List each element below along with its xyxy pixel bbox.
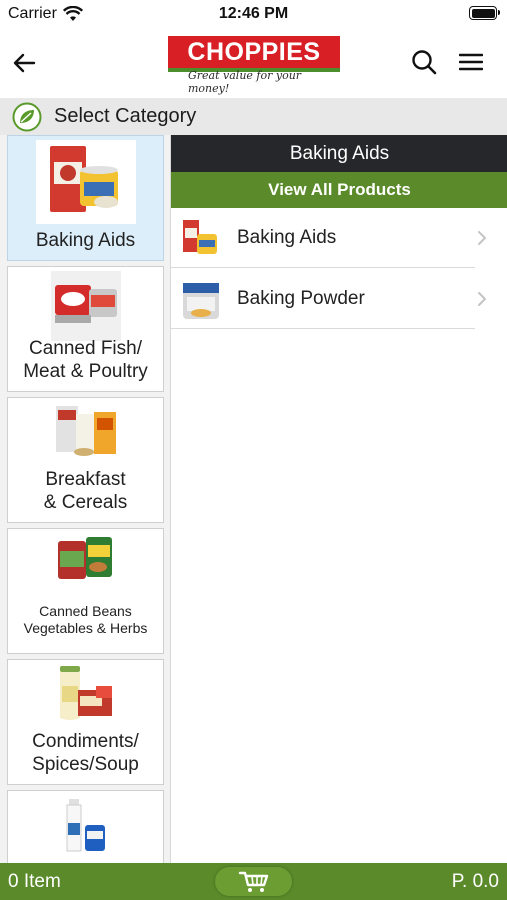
subcategory-item-baking-aids[interactable]: Baking Aids (171, 208, 507, 268)
category-condiments-spices-soup[interactable]: Condiments/ Spices/Soup (7, 659, 164, 785)
row-divider (171, 328, 475, 329)
select-category-title: Select Category (54, 105, 197, 127)
logo-tagline: Great value for your money! (188, 69, 302, 95)
product-image (8, 140, 163, 224)
arrow-left-icon[interactable] (12, 50, 38, 76)
clock: 12:46 PM (218, 5, 289, 22)
cart-button[interactable] (215, 867, 292, 896)
cart-total: P. 0.0 (451, 871, 499, 892)
select-category-bar: Select Category (0, 98, 507, 135)
cart-item-count: 0 Item (8, 871, 61, 892)
product-thumbnail (183, 283, 219, 319)
logo-banner: CHOPPIES (168, 36, 340, 68)
battery-icon (469, 6, 500, 20)
category-label: Breakfast & Cereals (43, 469, 128, 513)
cart-icon (238, 871, 268, 892)
subcategory-panel: Baking Aids View All Products Baking Aid… (170, 135, 507, 863)
category-label: Condiments/ Spices/Soup (32, 731, 139, 775)
chevron-right-icon (478, 292, 486, 306)
category-label: Baking Aids (35, 230, 136, 251)
panel-title: Baking Aids (171, 135, 507, 172)
logo-text: CHOPPIES (187, 37, 321, 66)
category-label: Canned Fish/ Meat & Poultry (23, 338, 148, 382)
category-label: Canned Beans Vegetables & Herbs (23, 603, 148, 636)
category-canned-beans-vegetables-herbs[interactable]: Canned Beans Vegetables & Herbs (7, 528, 164, 654)
leaf-icon (12, 102, 42, 131)
view-all-products-button[interactable]: View All Products (171, 172, 507, 208)
choppies-logo[interactable]: CHOPPIES Great value for your money! (168, 36, 340, 95)
cart-bar: 0 Item P. 0.0 (0, 863, 507, 900)
product-image (8, 795, 163, 863)
category-breakfast-cereals[interactable]: Breakfast & Cereals (7, 397, 164, 523)
subcategory-label: Baking Aids (237, 227, 337, 248)
row-divider (171, 267, 475, 268)
category-baking-aids[interactable]: Baking Aids (7, 135, 164, 261)
subcategory-label: Baking Powder (237, 288, 365, 309)
subcategory-item-baking-powder[interactable]: Baking Powder (171, 269, 507, 329)
status-bar: Carrier 12:46 PM (0, 0, 507, 30)
product-thumbnail (183, 220, 217, 254)
chevron-right-icon (478, 231, 486, 245)
app-header: CHOPPIES Great value for your money! (0, 30, 507, 98)
category-dairy[interactable] (7, 790, 164, 863)
category-list: Baking Aids Canned Fish/ Meat & Poultry (0, 135, 170, 863)
search-icon[interactable] (411, 49, 437, 75)
category-canned-fish-meat-poultry[interactable]: Canned Fish/ Meat & Poultry (7, 266, 164, 392)
hamburger-menu-icon[interactable] (459, 51, 483, 73)
